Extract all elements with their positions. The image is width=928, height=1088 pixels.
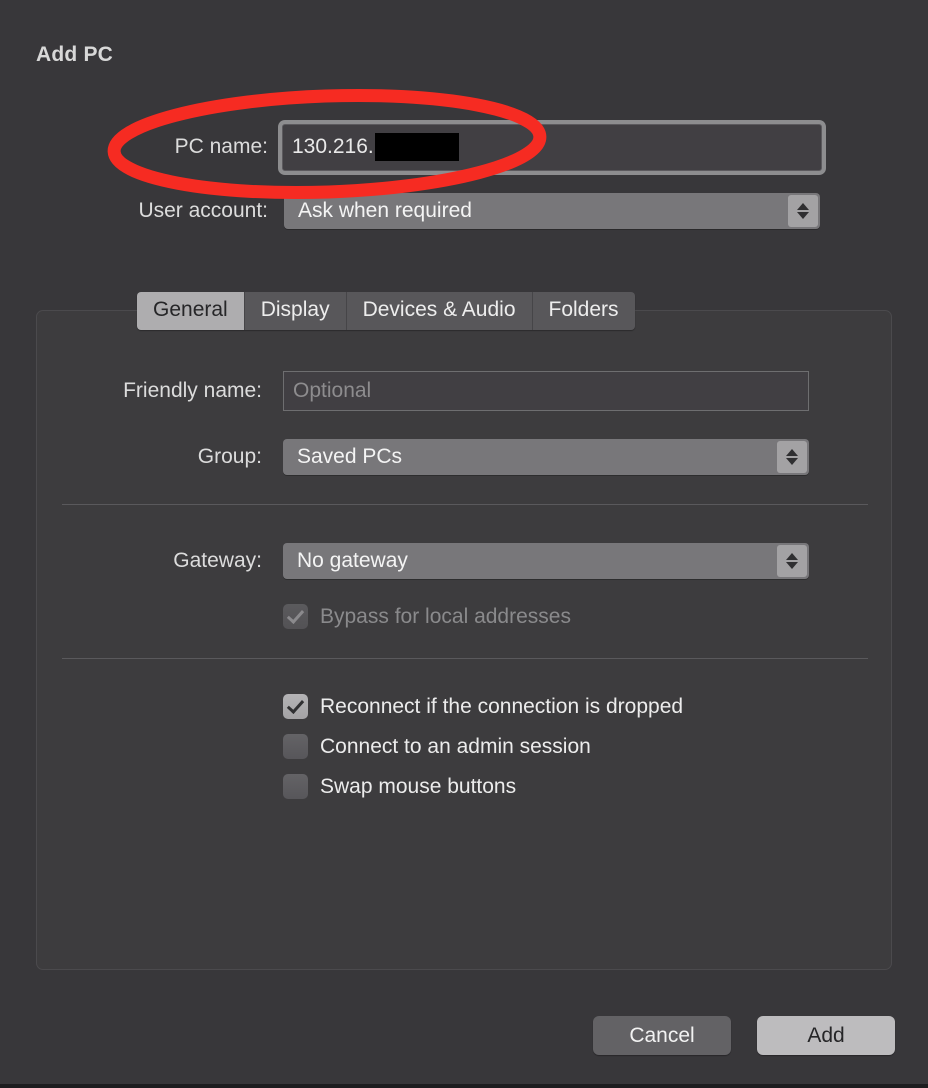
tab-bar: General Display Devices & Audio Folders: [137, 292, 635, 330]
general-tab-panel: Friendly name: Optional Group: Saved PCs…: [36, 310, 892, 970]
tab-devices-audio[interactable]: Devices & Audio: [346, 292, 533, 330]
group-row: Group: Saved PCs: [167, 439, 860, 475]
page-title: Add PC: [36, 43, 114, 66]
divider-top: [62, 504, 868, 505]
chevron-up-icon: [786, 449, 798, 456]
bypass-local-label: Bypass for local addresses: [320, 604, 571, 628]
bypass-local-checkbox[interactable]: [283, 604, 308, 629]
pc-name-value: 130.216.: [292, 135, 374, 158]
chevron-up-icon: [786, 553, 798, 560]
cancel-button[interactable]: Cancel: [593, 1016, 731, 1055]
gateway-row: Gateway: No gateway: [150, 543, 860, 579]
reconnect-option-row[interactable]: Reconnect if the connection is dropped: [283, 694, 683, 719]
gateway-value: No gateway: [297, 549, 408, 572]
group-label: Group:: [197, 445, 262, 468]
swap-mouse-option-row[interactable]: Swap mouse buttons: [283, 774, 516, 799]
user-account-row: User account: Ask when required: [92, 193, 822, 229]
group-select[interactable]: Saved PCs: [283, 439, 809, 475]
swap-mouse-label: Swap mouse buttons: [320, 774, 517, 798]
add-button[interactable]: Add: [757, 1016, 895, 1055]
group-value: Saved PCs: [297, 445, 403, 468]
reconnect-checkbox[interactable]: [283, 694, 308, 719]
stepper-icon[interactable]: [777, 545, 807, 577]
pc-name-label: PC name:: [174, 135, 268, 158]
chevron-down-icon: [797, 212, 809, 219]
chevron-down-icon: [786, 458, 798, 465]
gateway-select[interactable]: No gateway: [283, 543, 809, 579]
tab-general[interactable]: General: [137, 292, 245, 330]
user-account-label: User account:: [138, 199, 268, 222]
friendly-name-placeholder: Optional: [293, 379, 372, 402]
user-account-select[interactable]: Ask when required: [284, 193, 820, 229]
gateway-label: Gateway:: [173, 549, 262, 572]
user-account-value: Ask when required: [298, 199, 472, 222]
add-pc-dialog-window: Add PC PC name: 130.216. User account: A…: [0, 0, 928, 1088]
admin-session-checkbox[interactable]: [283, 734, 308, 759]
admin-session-label: Connect to an admin session: [320, 734, 591, 758]
friendly-name-label: Friendly name:: [123, 379, 262, 402]
pc-name-input[interactable]: 130.216.: [282, 123, 822, 171]
swap-mouse-checkbox[interactable]: [283, 774, 308, 799]
pc-name-redaction: [374, 133, 459, 161]
reconnect-label: Reconnect if the connection is dropped: [320, 694, 684, 718]
stepper-icon[interactable]: [777, 441, 807, 473]
tab-display[interactable]: Display: [244, 292, 347, 330]
chevron-up-icon: [797, 203, 809, 210]
friendly-name-input[interactable]: Optional: [283, 371, 809, 411]
bypass-local-row[interactable]: Bypass for local addresses: [283, 604, 571, 629]
divider-bottom: [62, 658, 868, 659]
admin-session-option-row[interactable]: Connect to an admin session: [283, 734, 591, 759]
chevron-down-icon: [786, 562, 798, 569]
pc-name-row: PC name: 130.216.: [150, 122, 822, 172]
tab-folders[interactable]: Folders: [532, 292, 635, 330]
stepper-icon[interactable]: [788, 195, 818, 227]
friendly-name-row: Friendly name: Optional: [84, 371, 860, 411]
